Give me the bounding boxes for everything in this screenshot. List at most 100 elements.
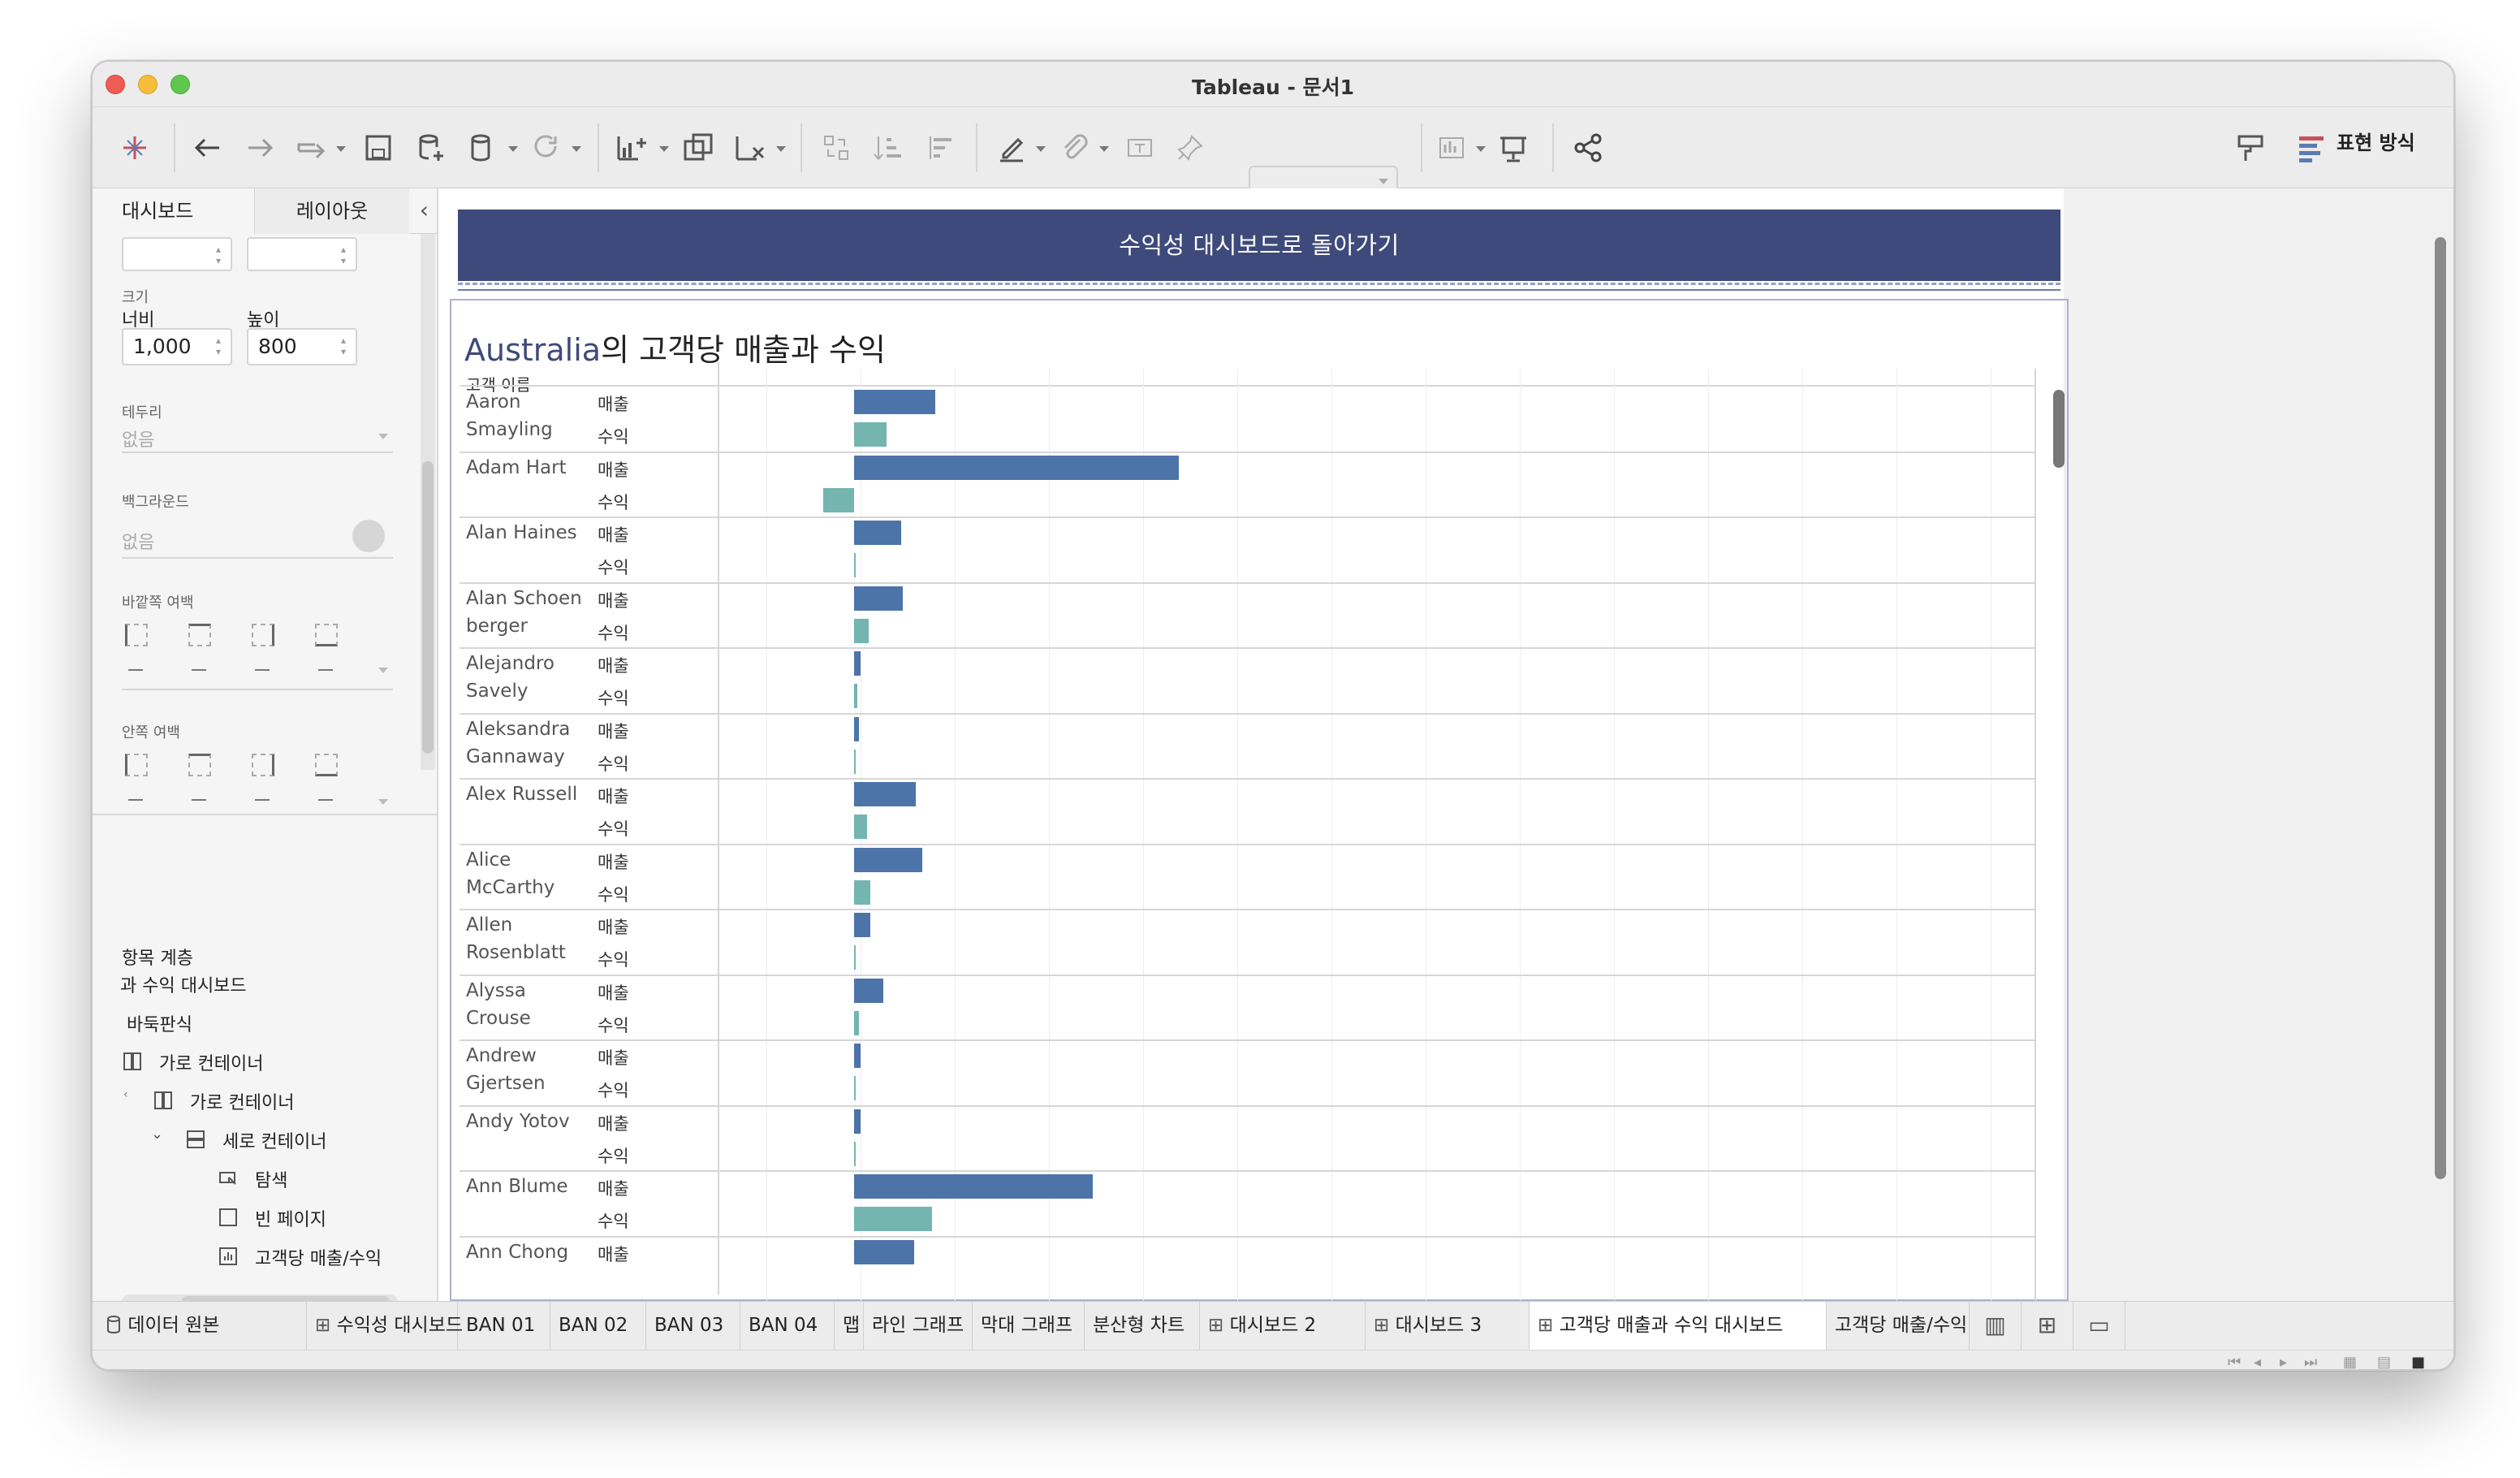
filmstrip-icon[interactable]: ▤ bbox=[2377, 1354, 2391, 1369]
format-painter-icon[interactable] bbox=[2231, 128, 2270, 167]
bar-sales[interactable] bbox=[854, 1174, 1093, 1199]
bar-profit[interactable] bbox=[854, 945, 856, 970]
new-dashboard-tab-icon[interactable]: ⊞ bbox=[2022, 1302, 2073, 1351]
inner-padding-top-icon[interactable] bbox=[188, 754, 211, 776]
tab-customer-sales-profit-dashboard[interactable]: ⊞ 고객당 매출과 수익 대시보드 bbox=[1530, 1302, 1827, 1351]
pin-icon[interactable] bbox=[1171, 128, 1210, 167]
tab-dashboard[interactable]: 대시보드 bbox=[93, 188, 255, 234]
tab-layout[interactable]: 레이아웃 bbox=[255, 188, 409, 234]
tab-bar-chart[interactable]: 막대 그래프 bbox=[973, 1302, 1085, 1351]
tree-chevron-down-icon[interactable]: ⌄ bbox=[151, 1126, 163, 1143]
width-field[interactable]: 1,000 ▴ ▾ bbox=[122, 328, 232, 365]
bar-profit[interactable] bbox=[854, 815, 867, 839]
bar-profit[interactable] bbox=[854, 553, 856, 577]
tab-map[interactable]: 맵 bbox=[835, 1302, 864, 1351]
tree-collapse-icon[interactable]: ‹ bbox=[123, 1088, 128, 1101]
swap-rows-columns-icon[interactable] bbox=[817, 128, 856, 167]
bar-profit[interactable] bbox=[854, 1076, 856, 1100]
save-icon[interactable] bbox=[359, 128, 398, 167]
tab-ban-03[interactable]: BAN 03 bbox=[646, 1302, 740, 1351]
redo-icon[interactable] bbox=[240, 128, 279, 167]
pause-datasource-icon[interactable] bbox=[463, 128, 502, 167]
background-color-swatch[interactable] bbox=[352, 520, 385, 552]
bar-sales[interactable] bbox=[854, 1108, 861, 1134]
border-dropdown[interactable]: 없음 bbox=[122, 426, 154, 452]
tab-ban-04[interactable]: BAN 04 bbox=[740, 1302, 835, 1351]
outer-padding-top-icon[interactable] bbox=[188, 624, 211, 646]
bar-sales[interactable] bbox=[854, 1044, 861, 1068]
tab-profit-dashboard[interactable]: ⊞ 수익성 대시보드 bbox=[307, 1302, 463, 1351]
new-worksheet-tab-icon[interactable]: ▥ bbox=[1970, 1302, 2022, 1351]
tabs-view-icon[interactable]: ■ bbox=[2411, 1354, 2425, 1369]
pane-scrollbar[interactable] bbox=[421, 234, 435, 770]
bar-sales[interactable] bbox=[854, 847, 922, 872]
highlight-icon[interactable] bbox=[992, 128, 1031, 167]
attach-icon[interactable] bbox=[1055, 128, 1094, 167]
tab-data-source[interactable]: 데이터 원본 bbox=[93, 1302, 307, 1351]
share-icon[interactable] bbox=[1569, 128, 1607, 167]
bar-sales[interactable] bbox=[854, 978, 883, 1003]
presentation-mode-icon[interactable] bbox=[1494, 128, 1533, 167]
sheet-sorter-icon[interactable]: ▦ bbox=[2343, 1354, 2357, 1369]
inner-padding-bottom-icon[interactable] bbox=[315, 754, 338, 776]
collapse-pane-icon[interactable]: ‹ bbox=[420, 197, 429, 223]
position-x-field[interactable]: ▴ ▾ bbox=[122, 237, 232, 271]
bar-sales[interactable] bbox=[854, 651, 861, 676]
inner-padding-left-icon[interactable] bbox=[125, 754, 148, 776]
refresh-icon[interactable] bbox=[526, 128, 565, 167]
inner-padding-right-icon[interactable] bbox=[252, 754, 274, 776]
first-page-icon[interactable]: ⏮ bbox=[2228, 1354, 2241, 1369]
background-value[interactable]: 없음 bbox=[122, 528, 154, 554]
prev-page-icon[interactable]: ◂ bbox=[2254, 1354, 2261, 1369]
bar-profit[interactable] bbox=[854, 422, 887, 447]
tab-ban-02[interactable]: BAN 02 bbox=[550, 1302, 646, 1351]
tab-dashboard-2[interactable]: ⊞ 대시보드 2 bbox=[1200, 1302, 1366, 1351]
outer-padding-right-icon[interactable] bbox=[252, 624, 274, 646]
outer-padding-left-icon[interactable] bbox=[125, 624, 148, 646]
position-y-field[interactable]: ▴ ▾ bbox=[247, 237, 357, 271]
bar-profit[interactable] bbox=[854, 879, 870, 905]
bar-sales[interactable] bbox=[854, 913, 870, 937]
chart-scrollbar[interactable] bbox=[2051, 390, 2067, 1301]
bar-profit[interactable] bbox=[823, 487, 854, 512]
bar-profit[interactable] bbox=[854, 1207, 932, 1231]
bar-sales[interactable] bbox=[854, 1239, 914, 1264]
bar-sales[interactable] bbox=[854, 782, 916, 806]
show-me-icon[interactable] bbox=[1432, 128, 1471, 167]
duplicate-sheet-icon[interactable] bbox=[679, 128, 718, 167]
tab-line-chart[interactable]: 라인 그래프 bbox=[864, 1302, 973, 1351]
tree-item-horizontal-container[interactable]: 가로 컨테이너 bbox=[159, 1049, 263, 1075]
new-story-tab-icon[interactable]: ▭ bbox=[2073, 1302, 2125, 1351]
bar-sales[interactable] bbox=[854, 716, 859, 741]
bar-profit[interactable] bbox=[854, 1010, 859, 1035]
tree-item-navigation[interactable]: 탐색 bbox=[255, 1166, 287, 1192]
show-me-label[interactable]: 표현 방식 bbox=[2337, 127, 2415, 155]
tree-item-blank[interactable]: 빈 페이지 bbox=[255, 1205, 326, 1231]
tableau-logo-icon[interactable] bbox=[115, 128, 154, 167]
show-me-bars-icon[interactable] bbox=[2298, 132, 2327, 171]
tab-dashboard-3[interactable]: ⊞ 대시보드 3 bbox=[1366, 1302, 1530, 1351]
next-page-icon[interactable]: ▸ bbox=[2280, 1354, 2287, 1369]
tree-item-sheet[interactable]: 고객당 매출/수익 bbox=[255, 1244, 382, 1270]
undo-icon[interactable] bbox=[188, 128, 227, 167]
tab-scatter-chart[interactable]: 분산형 차트 bbox=[1085, 1302, 1200, 1351]
canvas-scrollbar[interactable] bbox=[2431, 237, 2450, 1187]
new-datasource-icon[interactable] bbox=[411, 128, 450, 167]
forward-icon[interactable] bbox=[292, 128, 331, 167]
sort-ascending-icon[interactable] bbox=[869, 128, 908, 167]
bar-sales[interactable] bbox=[854, 455, 1179, 480]
bar-sales[interactable] bbox=[854, 521, 901, 545]
bar-sales[interactable] bbox=[854, 586, 903, 611]
sort-descending-icon[interactable] bbox=[921, 128, 960, 167]
bar-profit[interactable] bbox=[854, 618, 869, 643]
height-field[interactable]: 800 ▴ ▾ bbox=[247, 328, 357, 365]
tab-ban-01[interactable]: BAN 01 bbox=[458, 1302, 550, 1351]
tree-item-dashboard[interactable]: 과 수익 대시보드 bbox=[120, 971, 247, 997]
bar-profit[interactable] bbox=[854, 749, 856, 774]
bar-profit[interactable] bbox=[854, 1141, 856, 1166]
tab-customer-sales-profit[interactable]: 고객당 매출/수익 bbox=[1827, 1302, 1970, 1351]
bar-profit[interactable] bbox=[854, 684, 857, 708]
tree-item-tiled[interactable]: 바둑판식 bbox=[127, 1010, 192, 1036]
clear-sheet-icon[interactable] bbox=[731, 128, 770, 167]
last-page-icon[interactable]: ⏭ bbox=[2304, 1354, 2317, 1369]
